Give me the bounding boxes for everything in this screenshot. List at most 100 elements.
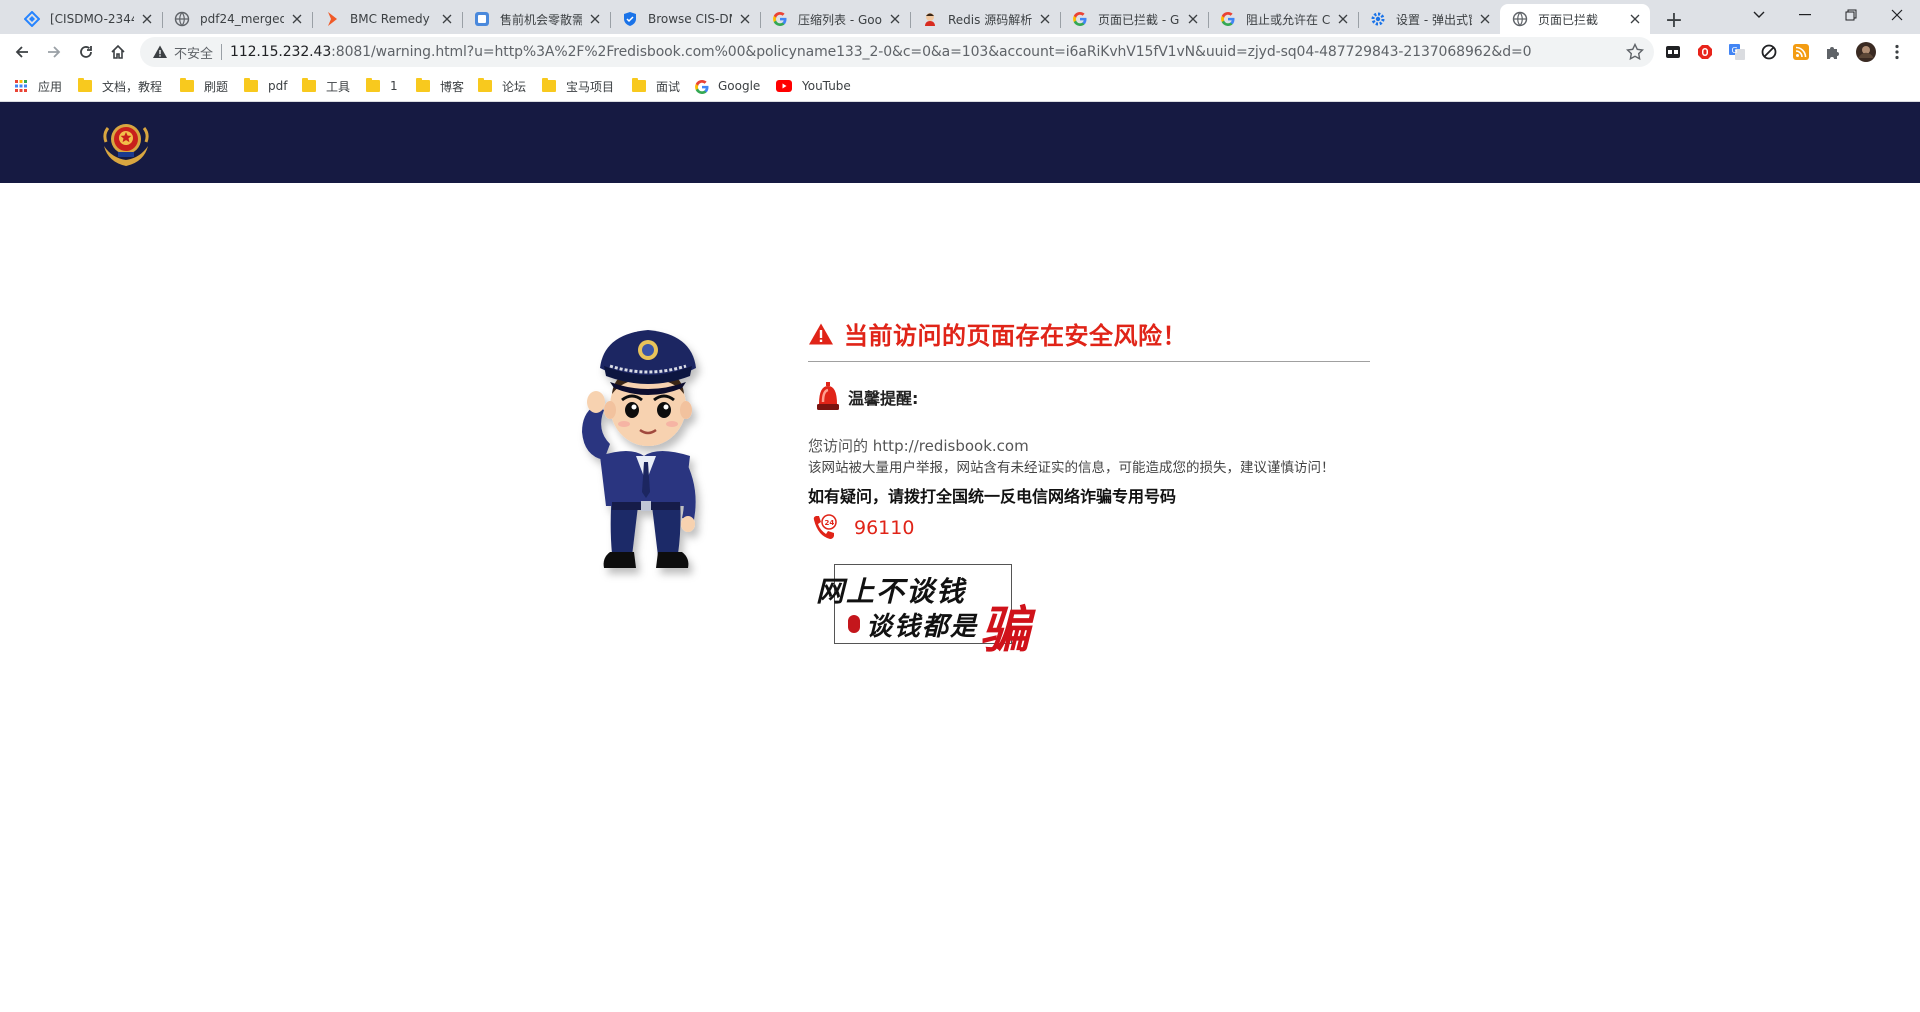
url-text[interactable]: 112.15.232.43:8081/warning.html?u=http%3… <box>230 44 1531 60</box>
chrome-menu-button[interactable] <box>1887 42 1907 62</box>
tab-close-button[interactable] <box>736 10 754 28</box>
tab-close-button[interactable] <box>1476 10 1494 28</box>
tip-title: 温馨提醒: <box>848 389 919 408</box>
browser-toolbar: 不安全 112.15.232.43:8081/warning.html?u=ht… <box>0 34 1920 70</box>
bookmark-label: 博客 <box>440 79 465 94</box>
url-path: :8081/warning.html?u=http%3A%2F%2Fredisb… <box>331 44 1532 60</box>
extension-adblock-icon[interactable] <box>1695 42 1715 62</box>
tab-2[interactable]: pdf24_merged <box>162 4 313 34</box>
tab-close-button[interactable] <box>1334 10 1352 28</box>
extension-translate-icon[interactable]: G <box>1727 42 1747 62</box>
bookmark-3[interactable]: 刷题 <box>180 77 228 95</box>
address-bar[interactable]: 不安全 112.15.232.43:8081/warning.html?u=ht… <box>140 37 1654 67</box>
tab-close-button[interactable] <box>886 10 904 28</box>
chevron-down-icon <box>1753 11 1765 18</box>
minimize-button[interactable] <box>1782 0 1828 30</box>
shield-icon <box>622 11 638 27</box>
close-icon <box>590 14 600 24</box>
restore-button[interactable] <box>1828 0 1874 30</box>
close-icon <box>1891 9 1903 21</box>
tab-11[interactable]: 页面已拦截 <box>1500 4 1650 34</box>
arrow-left-icon <box>15 46 28 58</box>
extensions-puzzle-icon[interactable] <box>1823 42 1843 62</box>
tab-close-button[interactable] <box>288 10 306 28</box>
tab-close-button[interactable] <box>586 10 604 28</box>
tab-title: Redis 源码解析 <box>948 12 1032 27</box>
tab-title: 阻止或允许在 C <box>1246 12 1330 27</box>
bookmark-7[interactable]: 博客 <box>416 77 464 95</box>
bookmark-11[interactable]: Google <box>694 77 760 95</box>
hotline-number: 96110 <box>854 517 915 539</box>
back-button[interactable] <box>8 38 36 66</box>
slogan-highlight: 骗 <box>980 600 1030 659</box>
bookmark-9[interactable]: 宝马项目 <box>542 77 614 95</box>
close-window-button[interactable] <box>1874 0 1920 30</box>
tab-5[interactable]: Browse CIS-DM <box>610 4 761 34</box>
tab-strip: [CISDMO-2344 pdf24_merged BMC Remedy ( 售前机会… <box>0 0 1920 34</box>
tab-1[interactable]: [CISDMO-2344 <box>12 4 163 34</box>
siren-icon <box>817 382 839 410</box>
tab-9[interactable]: 阻止或允许在 C <box>1208 4 1359 34</box>
folder-icon <box>78 78 102 92</box>
tab-close-button[interactable] <box>1036 10 1054 28</box>
forward-button[interactable] <box>40 38 68 66</box>
tab-close-button[interactable] <box>1626 10 1644 28</box>
security-label[interactable]: 不安全 <box>174 43 213 62</box>
tab-4[interactable]: 售前机会零散需 <box>462 4 611 34</box>
close-icon <box>1338 14 1348 24</box>
tab-7[interactable]: Redis 源码解析 <box>910 4 1061 34</box>
anti-fraud-slogan: 网上不谈钱 谈钱都是 骗 <box>808 560 1034 659</box>
bookmark-10[interactable]: 面试 <box>632 77 680 95</box>
bookmark-8[interactable]: 论坛 <box>478 77 526 95</box>
tab-title: 压缩列表 - Goo <box>798 12 882 27</box>
bookmark-12[interactable]: YouTube <box>776 77 851 95</box>
profile-avatar[interactable] <box>1855 41 1877 63</box>
new-tab-button[interactable]: + <box>1660 6 1688 34</box>
close-icon <box>1630 14 1640 24</box>
tab-6[interactable]: 压缩列表 - Goo <box>760 4 911 34</box>
extension-block-icon[interactable] <box>1759 42 1779 62</box>
apps-icon <box>14 79 38 93</box>
extension-media-icon[interactable] <box>1663 42 1683 62</box>
title-divider <box>808 361 1370 362</box>
svg-text:24: 24 <box>825 519 835 527</box>
close-icon <box>442 14 452 24</box>
tab-search-button[interactable] <box>1736 0 1782 30</box>
folder-icon <box>366 78 390 92</box>
bookmark-2[interactable]: 文档，教程 <box>78 77 162 95</box>
extension-rss-icon[interactable] <box>1791 42 1811 62</box>
more-vert-icon <box>1895 44 1899 60</box>
tab-8[interactable]: 页面已拦截 - Go <box>1060 4 1209 34</box>
tab-close-button[interactable] <box>138 10 156 28</box>
folder-icon <box>478 78 502 92</box>
arrow-right-icon <box>48 46 61 58</box>
tab-title: pdf24_merged <box>200 12 284 26</box>
bookmark-6[interactable]: 1 <box>366 77 398 95</box>
bookmark-star-icon[interactable] <box>1626 43 1644 61</box>
bookmarks-bar: 应用 文档，教程 刷题 pdf 工具 1 博客 论坛 宝马项目 面试 Google YouTube <box>0 70 1920 102</box>
home-button[interactable] <box>104 38 132 66</box>
police-officer-illustration <box>582 330 696 568</box>
bookmark-5[interactable]: 工具 <box>302 77 350 95</box>
doc-icon <box>474 11 490 27</box>
google-icon <box>1220 11 1236 27</box>
bookmark-1[interactable]: 应用 <box>14 77 62 95</box>
tab-3[interactable]: BMC Remedy ( <box>312 4 463 34</box>
warning-heading: 当前访问的页面存在安全风险！ <box>808 316 1187 351</box>
close-icon <box>890 14 900 24</box>
close-icon <box>1040 14 1050 24</box>
reload-button[interactable] <box>72 38 100 66</box>
warning-title: 当前访问的页面存在安全风险！ <box>844 322 1187 350</box>
tab-close-button[interactable] <box>1184 10 1202 28</box>
bookmark-4[interactable]: pdf <box>244 77 287 95</box>
tab-close-button[interactable] <box>438 10 456 28</box>
bookmark-label: 1 <box>390 79 398 93</box>
close-icon <box>1188 14 1198 24</box>
tab-10[interactable]: 设置 - 弹出式窗 <box>1358 4 1501 34</box>
tab-title: 售前机会零散需 <box>500 12 582 27</box>
page-header <box>0 102 1920 183</box>
visit-prefix: 您访问的 <box>808 437 869 455</box>
bookmark-label: 论坛 <box>502 79 527 94</box>
visited-url-line: 您访问的 http://redisbook.com <box>808 435 1029 456</box>
minimize-icon <box>1799 14 1811 16</box>
